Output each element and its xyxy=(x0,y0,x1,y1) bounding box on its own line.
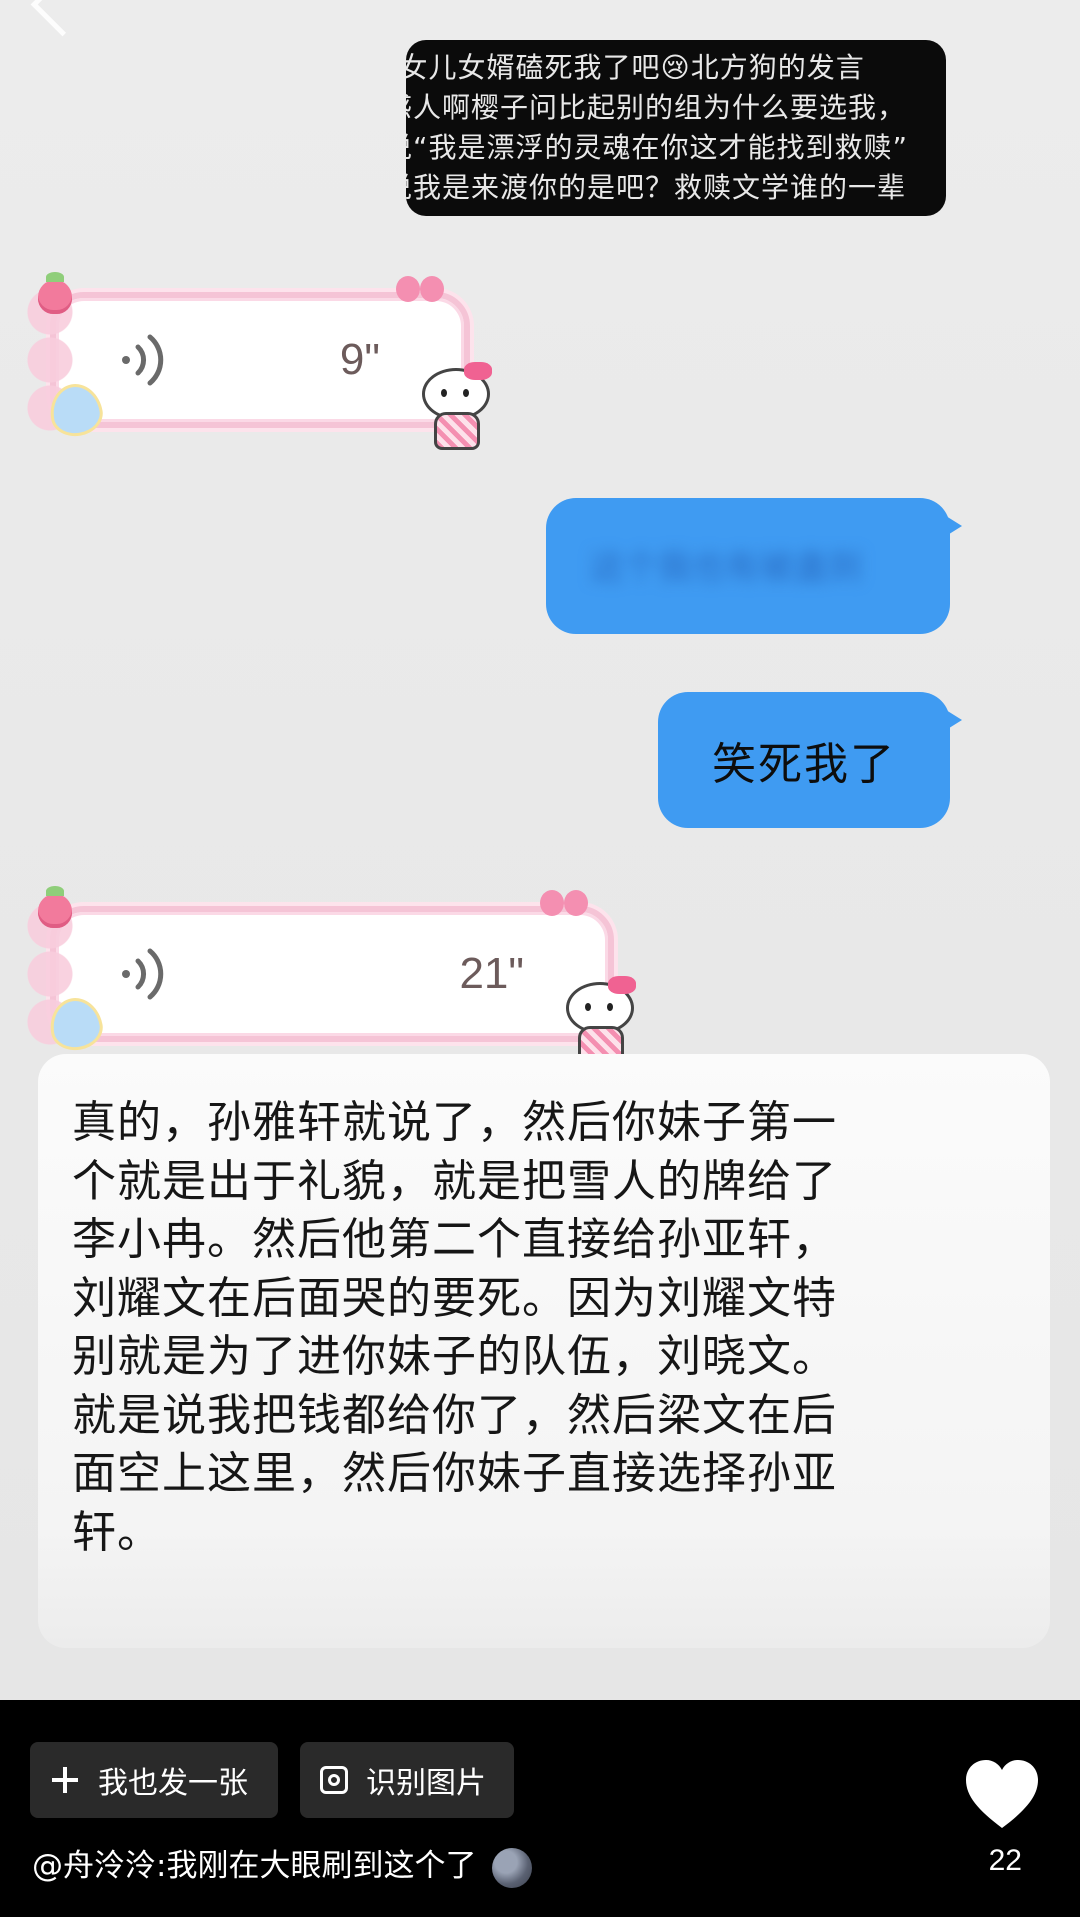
strawberry-icon xyxy=(38,886,72,928)
like-count: 22 xyxy=(988,1844,1022,1877)
voice-message-bubble[interactable]: 21" xyxy=(26,886,636,1064)
hello-kitty-icon xyxy=(562,976,636,1064)
transcript-line: 刘耀文在后面哭的要死。因为刘耀文特 xyxy=(72,1272,837,1324)
strawberry-icon xyxy=(38,272,72,314)
quote-line: 说“我是漂浮的灵魂在你这才能找到救赎” xyxy=(406,131,909,164)
voice-duration: 9" xyxy=(339,335,380,384)
bottom-bar: 我也发一张 识别图片 @舟泠泠:我刚在大眼刷到这个了 22 xyxy=(0,1700,1080,1917)
post-button-label: 我也发一张 xyxy=(98,1766,248,1801)
post-caption: @舟泠泠:我刚在大眼刷到这个了 xyxy=(32,1840,533,1888)
new-moon-face-icon xyxy=(492,1847,533,1888)
voice-message-bubble[interactable]: 9" xyxy=(26,272,492,450)
quote-line: 说我是来渡你的是吧？救赎文学谁的一辈 xyxy=(406,171,907,204)
recognize-image-button[interactable]: 识别图片 xyxy=(300,1742,514,1818)
sent-message-bubble[interactable]: 笑死我了 xyxy=(658,692,962,828)
blurred-message-text: 这个我也有被蛊到 xyxy=(590,548,862,588)
heart-icon[interactable] xyxy=(962,1756,1042,1832)
transcript-line: 李小冉。然后他第二个直接给孙亚轩， xyxy=(72,1214,837,1265)
sent-message-bubble-blurred[interactable]: 这个我也有被蛊到 xyxy=(546,498,962,634)
transcript-line: 面空上这里，然后你妹子直接选择孙亚 xyxy=(72,1448,837,1499)
quote-line: ”女儿女婿磕死我了吧😢北方狗的发言 xyxy=(406,51,865,84)
caption-text: @舟泠泠:我刚在大眼刷到这个了 xyxy=(32,1848,477,1884)
transcript-line: 个就是出于礼貌，就是把雪人的牌给了 xyxy=(72,1155,837,1207)
sound-wave-icon xyxy=(122,948,164,1000)
plus-icon xyxy=(50,1765,80,1795)
recognize-button-label: 识别图片 xyxy=(366,1766,486,1801)
transcript-line: 别就是为了进你妹子的队伍，刘晓文。 xyxy=(72,1331,837,1382)
voice-transcript-card: 真的，孙雅轩就说了，然后你妹子第一 个就是出于礼貌，就是把雪人的牌给了 李小冉。… xyxy=(38,1054,1050,1648)
sound-wave-icon xyxy=(122,334,164,386)
shared-image: ”女儿女婿磕死我了吧😢北方狗的发言 感人啊樱子问比起别的组为什么要选我， 说“我… xyxy=(0,0,1080,1700)
hello-kitty-icon xyxy=(418,362,492,450)
screen: ”女儿女婿磕死我了吧😢北方狗的发言 感人啊樱子问比起别的组为什么要选我， 说“我… xyxy=(0,0,1080,1917)
quoted-text-screenshot: ”女儿女婿磕死我了吧😢北方狗的发言 感人啊樱子问比起别的组为什么要选我， 说“我… xyxy=(406,40,946,216)
scan-icon xyxy=(320,1766,348,1794)
bow-icon xyxy=(540,890,588,920)
chevron-left-icon[interactable] xyxy=(30,0,95,37)
bow-icon xyxy=(396,276,444,306)
quote-line: 感人啊樱子问比起别的组为什么要选我， xyxy=(406,91,907,124)
voice-duration: 21" xyxy=(459,949,524,998)
transcript-line: 真的，孙雅轩就说了，然后你妹子第一 xyxy=(72,1097,837,1148)
transcript-text: 真的，孙雅轩就说了，然后你妹子第一 个就是出于礼貌，就是把雪人的牌给了 李小冉。… xyxy=(72,1094,1016,1562)
post-one-too-button[interactable]: 我也发一张 xyxy=(30,1742,278,1818)
transcript-line: 轩。 xyxy=(72,1506,162,1558)
transcript-line: 就是说我把钱都给你了，然后梁文在后 xyxy=(72,1389,837,1441)
sent-message-text: 笑死我了 xyxy=(712,739,896,790)
